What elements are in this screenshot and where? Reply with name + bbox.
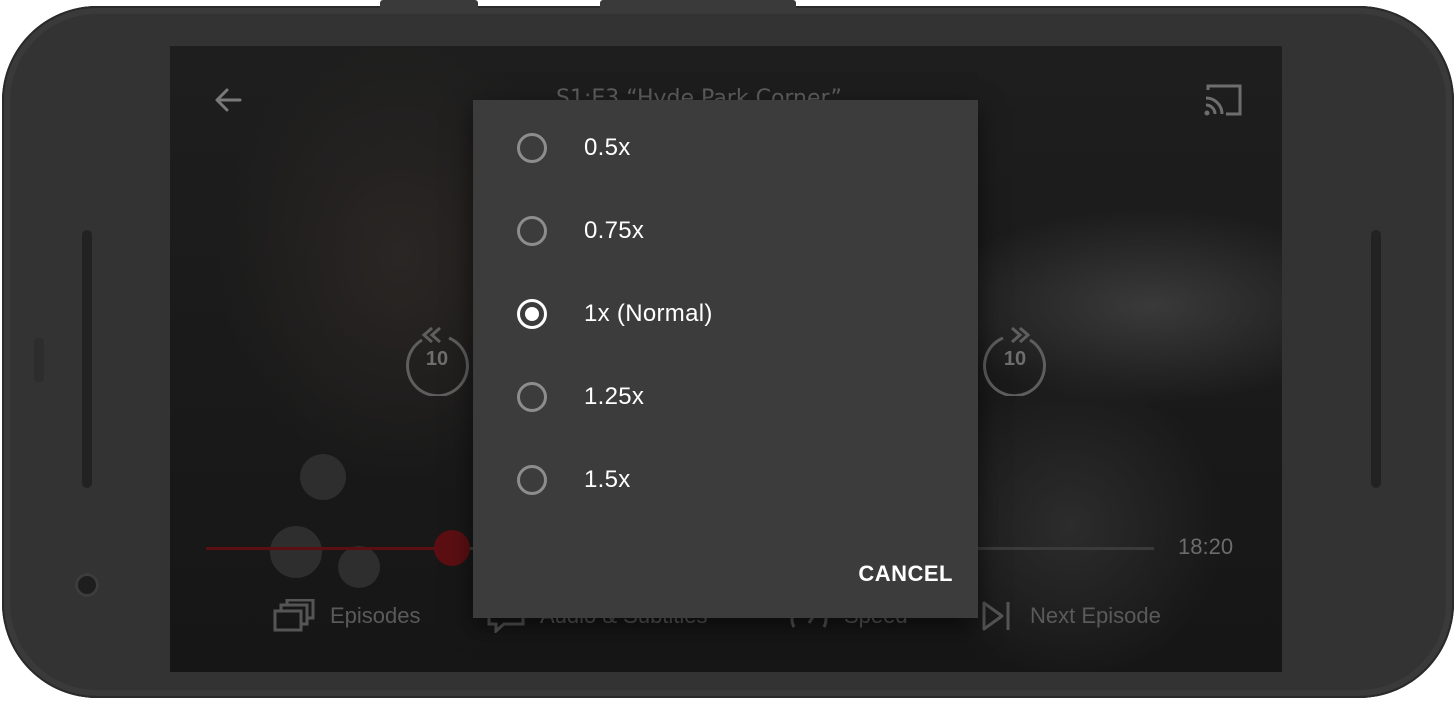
speaker-grille-right bbox=[1371, 230, 1381, 488]
background-dot bbox=[338, 546, 380, 588]
progress-bar-fill bbox=[206, 547, 453, 550]
playback-speed-dialog: 0.5x 0.75x 1x (Normal) 1.25x 1.5x CANCEL bbox=[473, 100, 978, 618]
speaker-grille-left bbox=[82, 230, 92, 488]
radio-button[interactable] bbox=[517, 464, 547, 495]
episodes-button[interactable]: Episodes bbox=[272, 594, 421, 638]
rewind-seconds-label: 10 bbox=[425, 348, 449, 370]
video-player-screen[interactable]: S1:E3 “Hyde Park Corner” 10 10 18:20 Epi… bbox=[170, 46, 1282, 672]
speed-option-0-75x[interactable]: 0.75x bbox=[473, 189, 978, 272]
cancel-button[interactable]: CANCEL bbox=[823, 552, 953, 596]
radio-button[interactable] bbox=[517, 381, 547, 412]
next-episode-button[interactable]: Next Episode bbox=[980, 594, 1161, 638]
background-dot bbox=[300, 454, 346, 500]
speed-option-label: 1x (Normal) bbox=[584, 299, 713, 327]
front-camera bbox=[75, 573, 99, 597]
speed-option-label: 0.75x bbox=[584, 216, 645, 244]
speed-option-label: 1.25x bbox=[584, 382, 645, 410]
rewind-10-button[interactable]: 10 bbox=[402, 326, 472, 398]
radio-button[interactable] bbox=[517, 132, 547, 163]
sensor-notch bbox=[34, 338, 44, 382]
time-remaining: 18:20 bbox=[1178, 534, 1234, 559]
power-button bbox=[380, 0, 478, 8]
speed-option-label: 0.5x bbox=[584, 133, 631, 161]
cast-icon[interactable] bbox=[1202, 82, 1246, 118]
speed-option-1-25x[interactable]: 1.25x bbox=[473, 355, 978, 438]
volume-rocker bbox=[600, 0, 796, 8]
episodes-icon bbox=[273, 599, 315, 632]
speed-option-0-5x[interactable]: 0.5x bbox=[473, 106, 978, 189]
speed-option-label: 1.5x bbox=[584, 465, 631, 493]
next-episode-label: Next Episode bbox=[1030, 603, 1161, 628]
radio-button-selected[interactable] bbox=[517, 298, 547, 329]
forward-seconds-label: 10 bbox=[1003, 348, 1027, 370]
forward-10-button[interactable]: 10 bbox=[980, 326, 1050, 398]
radio-button[interactable] bbox=[517, 215, 547, 246]
background-dot bbox=[270, 526, 322, 578]
next-episode-icon bbox=[982, 601, 1010, 631]
back-arrow-icon[interactable] bbox=[210, 82, 246, 118]
episodes-label: Episodes bbox=[330, 603, 421, 628]
speed-option-1x-normal[interactable]: 1x (Normal) bbox=[473, 272, 978, 355]
phone-frame: S1:E3 “Hyde Park Corner” 10 10 18:20 Epi… bbox=[2, 6, 1454, 698]
speed-option-1-5x[interactable]: 1.5x bbox=[473, 438, 978, 521]
